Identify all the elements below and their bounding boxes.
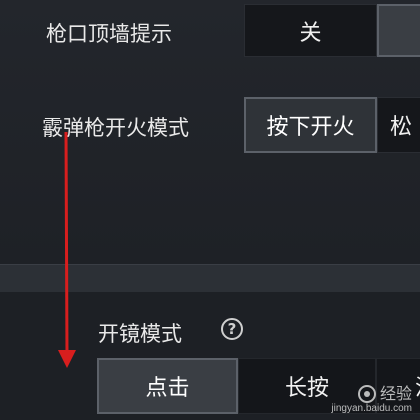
baidu-paw-logo-icon <box>357 385 376 403</box>
watermark-url: jingyan.baidu.com <box>331 403 412 414</box>
scope-mode-tap-button[interactable]: 点击 <box>97 358 238 414</box>
watermark-text: 经验 <box>379 384 412 404</box>
red-annotation-arrow <box>58 132 76 368</box>
muzzle-wall-hint-on-button[interactable] <box>377 4 420 57</box>
scope-mode-label: 开镜模式 <box>98 322 182 346</box>
help-icon[interactable]: ? <box>221 318 243 340</box>
shotgun-fire-mode-release-button[interactable]: 松 <box>377 97 420 153</box>
baidu-jingyan-watermark: 经验 jingyan.baidu.com <box>331 385 412 414</box>
muzzle-wall-hint-label: 枪口顶墙提示 <box>46 22 172 46</box>
shotgun-fire-mode-press-button[interactable]: 按下开火 <box>244 97 377 153</box>
muzzle-wall-hint-off-button[interactable]: 关 <box>244 4 377 57</box>
